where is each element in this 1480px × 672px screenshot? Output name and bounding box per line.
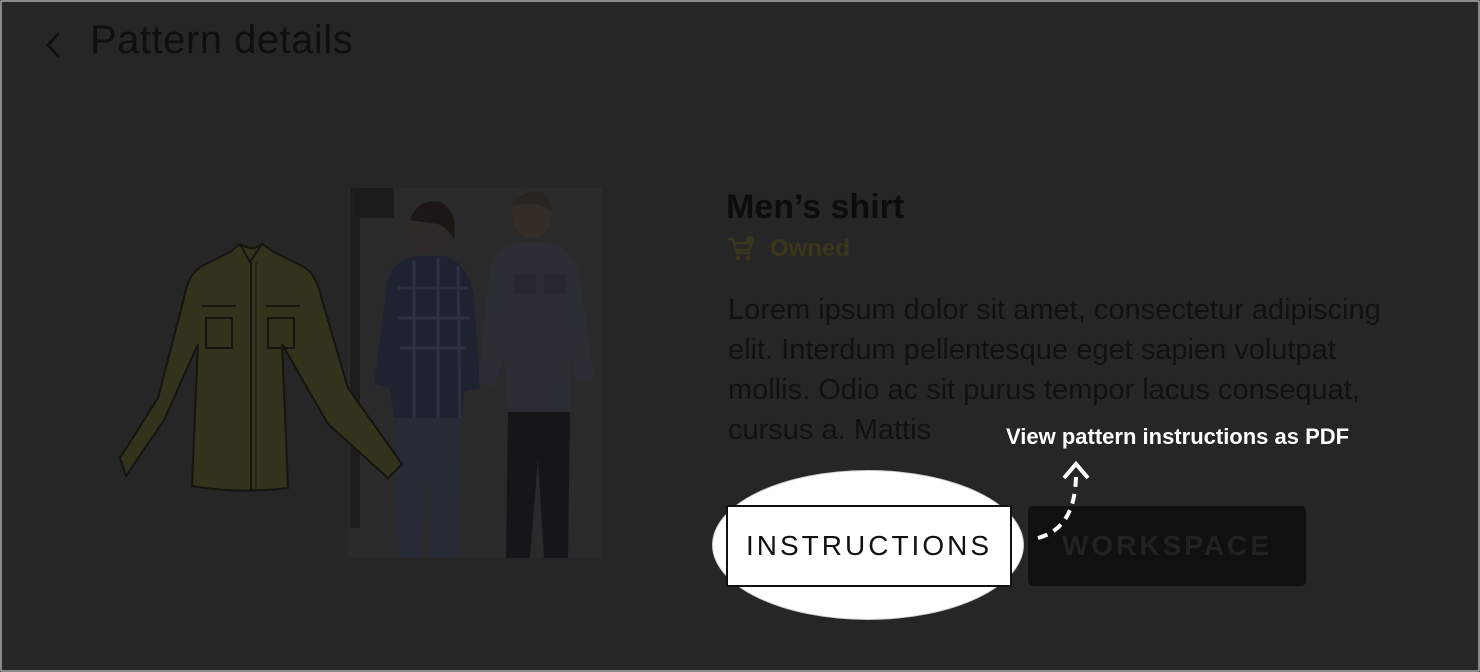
chevron-left-icon[interactable] xyxy=(40,28,66,62)
tooltip-text: View pattern instructions as PDF xyxy=(1006,424,1350,449)
owned-label: Owned xyxy=(770,235,851,262)
instructions-button[interactable]: INSTRUCTIONS xyxy=(726,505,1012,587)
product-name: Men’s shirt xyxy=(726,188,905,226)
tooltip-arrow-icon xyxy=(1032,456,1102,546)
app-frame: Pattern details Men’s shirt Owned Lorem … xyxy=(0,0,1480,672)
owned-status: Owned xyxy=(726,234,850,264)
product-image xyxy=(118,188,602,558)
cart-icon xyxy=(726,235,756,263)
page-title: Pattern details xyxy=(90,18,354,62)
